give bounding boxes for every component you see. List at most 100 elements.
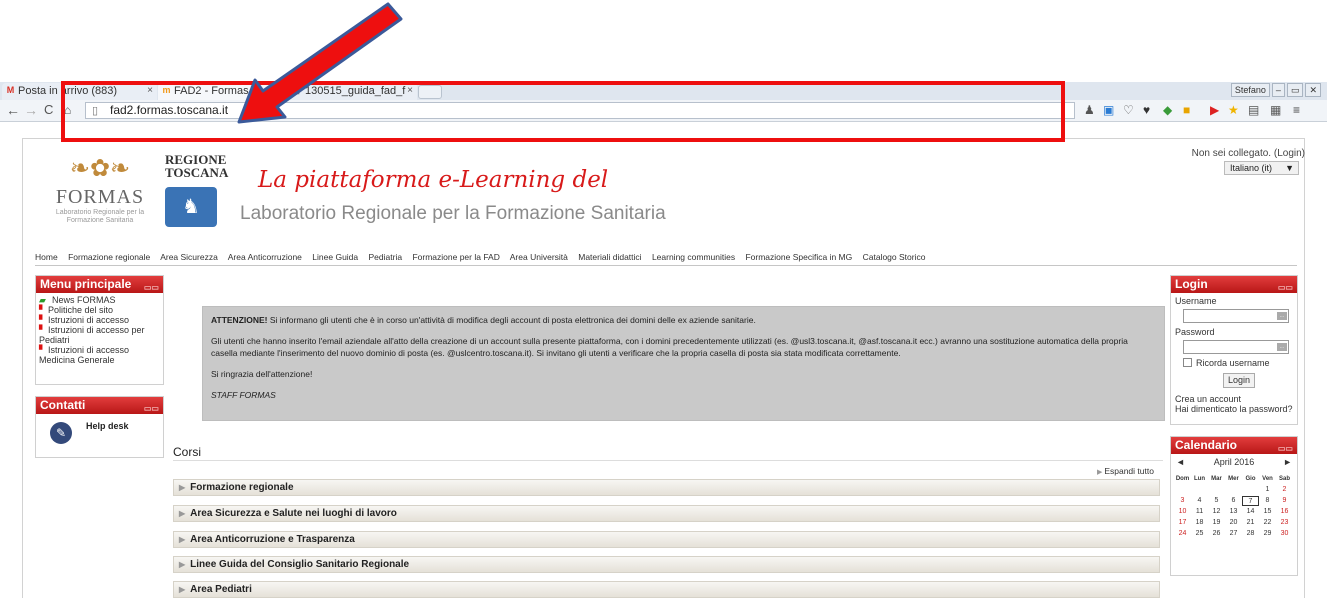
extension-icon[interactable]: ◆ xyxy=(1163,103,1172,117)
block-title: Login xyxy=(1175,277,1208,291)
calendar-day[interactable]: 29 xyxy=(1259,529,1276,539)
calendar-day[interactable]: 30 xyxy=(1276,529,1293,539)
maximize-icon[interactable]: ▭ xyxy=(1286,83,1304,97)
extension-icon[interactable]: ▦ xyxy=(1270,103,1281,117)
menu-icon[interactable]: ≡ xyxy=(1293,103,1300,117)
nav-linee-guida[interactable]: Linee Guida xyxy=(312,252,358,262)
nav-formazione-specifica-mg[interactable]: Formazione Specifica in MG xyxy=(745,252,852,262)
calendar-day[interactable]: 13 xyxy=(1225,507,1242,517)
menu-item[interactable]: ▰ News FORMAS xyxy=(39,295,160,305)
nav-area-sicurezza[interactable]: Area Sicurezza xyxy=(160,252,218,262)
nav-area-anticorruzione[interactable]: Area Anticorruzione xyxy=(228,252,302,262)
password-input[interactable]: ... xyxy=(1183,340,1289,354)
calendar-day[interactable]: 3 xyxy=(1174,496,1191,506)
calendar-day[interactable]: 20 xyxy=(1225,518,1242,528)
profile-button[interactable]: Stefano xyxy=(1230,83,1270,97)
calendar-day[interactable]: 16 xyxy=(1276,507,1293,517)
formas-logo-name: FORMAS xyxy=(55,186,145,208)
calendar-day[interactable]: 4 xyxy=(1191,496,1208,506)
calendar-day[interactable]: 9 xyxy=(1276,496,1293,506)
nav-materiali-didattici[interactable]: Materiali didattici xyxy=(578,252,641,262)
nav-area-universita[interactable]: Area Università xyxy=(510,252,568,262)
calendar-day[interactable]: 28 xyxy=(1242,529,1259,539)
reload-icon[interactable]: C xyxy=(44,102,53,118)
nav-home[interactable]: Home xyxy=(35,252,58,262)
calendar-day[interactable]: 6 xyxy=(1225,496,1242,506)
calendar-month[interactable]: April 2016 xyxy=(1214,457,1255,467)
calendar-day[interactable]: 21 xyxy=(1242,518,1259,528)
calendar-day[interactable]: 27 xyxy=(1225,529,1242,539)
extension-icon[interactable]: ▣ xyxy=(1103,103,1114,117)
calendar-day[interactable]: 24 xyxy=(1174,529,1191,539)
calendar-day[interactable]: 2 xyxy=(1276,485,1293,495)
prev-month-icon[interactable]: ◄ xyxy=(1176,457,1185,467)
notice-line-2: Gli utenti che hanno inserito l'email az… xyxy=(211,336,1128,358)
calendar-day[interactable]: 12 xyxy=(1208,507,1225,517)
pegasus-icon: ♞ xyxy=(165,187,217,227)
shield-icon[interactable]: ♥ xyxy=(1143,103,1150,117)
nav-formazione-regionale[interactable]: Formazione regionale xyxy=(68,252,150,262)
calendar-grid: Dom Lun Mar Mer Gio Ven Sab 1 2 3 4 5 6 7 8 9 10 11 12 13 14… xyxy=(1173,474,1295,539)
login-status[interactable]: Non sei collegato. (Login) xyxy=(1192,148,1305,159)
block-controls-icon[interactable]: ▭▭ xyxy=(1278,440,1293,457)
category-linee-guida[interactable]: ▶ Linee Guida del Consiglio Sanitario Reg… xyxy=(173,556,1160,573)
minimize-icon[interactable]: – xyxy=(1271,83,1285,97)
calendar-day[interactable]: 19 xyxy=(1208,518,1225,528)
nav-catalogo-storico[interactable]: Catalogo Storico xyxy=(863,252,926,262)
calendar-day[interactable]: 17 xyxy=(1174,518,1191,528)
extension-icon[interactable]: ▤ xyxy=(1248,103,1259,117)
calendar-day[interactable]: 10 xyxy=(1174,507,1191,517)
extension-icon[interactable]: ♡ xyxy=(1123,103,1134,117)
close-window-icon[interactable]: ✕ xyxy=(1305,83,1321,97)
extension-icon[interactable]: ■ xyxy=(1183,103,1190,117)
nav-pediatria[interactable]: Pediatria xyxy=(369,252,403,262)
menu-item[interactable]: ▘ Politiche del sito xyxy=(39,305,160,315)
calendar-day[interactable]: 22 xyxy=(1259,518,1276,528)
block-controls-icon[interactable]: ▭▭ xyxy=(144,279,159,296)
category-area-pediatri[interactable]: ▶ Area Pediatri xyxy=(173,581,1160,598)
calendar-day[interactable]: 18 xyxy=(1191,518,1208,528)
category-label: Area Pediatri xyxy=(190,584,252,595)
formas-logo[interactable]: ❧✿❧ FORMAS Laboratorio Regionale per la … xyxy=(50,152,150,242)
nav-learning-communities[interactable]: Learning communities xyxy=(652,252,735,262)
next-month-icon[interactable]: ► xyxy=(1283,457,1292,467)
category-area-anticorruzione[interactable]: ▶ Area Anticorruzione e Trasparenza xyxy=(173,531,1160,548)
calendar-day[interactable]: 11 xyxy=(1191,507,1208,517)
forward-icon[interactable]: → xyxy=(24,102,38,118)
calendar-weekday: Mar xyxy=(1211,476,1222,482)
block-controls-icon[interactable]: ▭▭ xyxy=(1278,279,1293,296)
helpdesk-link[interactable]: ✎ Help desk xyxy=(36,414,163,454)
menu-item[interactable]: ▘ Istruzioni di accesso per Pediatri xyxy=(39,325,160,345)
login-button[interactable]: Login xyxy=(1223,373,1255,388)
remember-username[interactable]: Ricorda username xyxy=(1183,358,1293,368)
calendar-day[interactable]: 15 xyxy=(1259,507,1276,517)
calendar-day[interactable]: 7 xyxy=(1242,496,1259,506)
remember-checkbox[interactable] xyxy=(1183,358,1192,367)
forgot-password-link[interactable]: Hai dimenticato la password? xyxy=(1175,404,1293,414)
person-icon[interactable]: ♟ xyxy=(1084,103,1095,117)
username-input[interactable]: ... xyxy=(1183,309,1289,323)
calendar-day[interactable]: 14 xyxy=(1242,507,1259,517)
star-icon[interactable]: ★ xyxy=(1228,103,1239,117)
block-header: Login ▭▭ xyxy=(1171,276,1297,293)
menu-item[interactable]: ▘ Istruzioni di accesso Medicina Generale xyxy=(39,345,160,365)
nav-formazione-fad[interactable]: Formazione per la FAD xyxy=(412,252,499,262)
extension-icon[interactable]: ▶ xyxy=(1210,103,1219,117)
language-select[interactable]: Italiano (it) ▼ xyxy=(1224,161,1299,175)
category-area-sicurezza[interactable]: ▶ Area Sicurezza e Salute nei luoghi di l… xyxy=(173,505,1160,522)
back-icon[interactable]: ← xyxy=(6,102,20,118)
calendar-day[interactable]: 25 xyxy=(1191,529,1208,539)
category-formazione-regionale[interactable]: ▶ Formazione regionale xyxy=(173,479,1160,496)
calendar-day[interactable]: 26 xyxy=(1208,529,1225,539)
expand-all-link[interactable]: ▶ Espandi tutto xyxy=(1097,466,1154,476)
calendar-day[interactable]: 8 xyxy=(1259,496,1276,506)
create-account-link[interactable]: Crea un account xyxy=(1175,394,1293,404)
menu-item[interactable]: ▘ Istruzioni di accesso xyxy=(39,315,160,325)
menu-item-label: Politiche del sito xyxy=(48,305,114,315)
regione-toscana-logo[interactable]: REGIONE TOSCANA ♞ xyxy=(165,153,235,227)
calendar-day[interactable]: 1 xyxy=(1259,485,1276,495)
calendar-day[interactable]: 23 xyxy=(1276,518,1293,528)
calendar-day[interactable]: 5 xyxy=(1208,496,1225,506)
notice-box: ATTENZIONE! Si informano gli utenti che … xyxy=(202,306,1165,421)
expand-triangle-icon: ▶ xyxy=(179,560,186,569)
